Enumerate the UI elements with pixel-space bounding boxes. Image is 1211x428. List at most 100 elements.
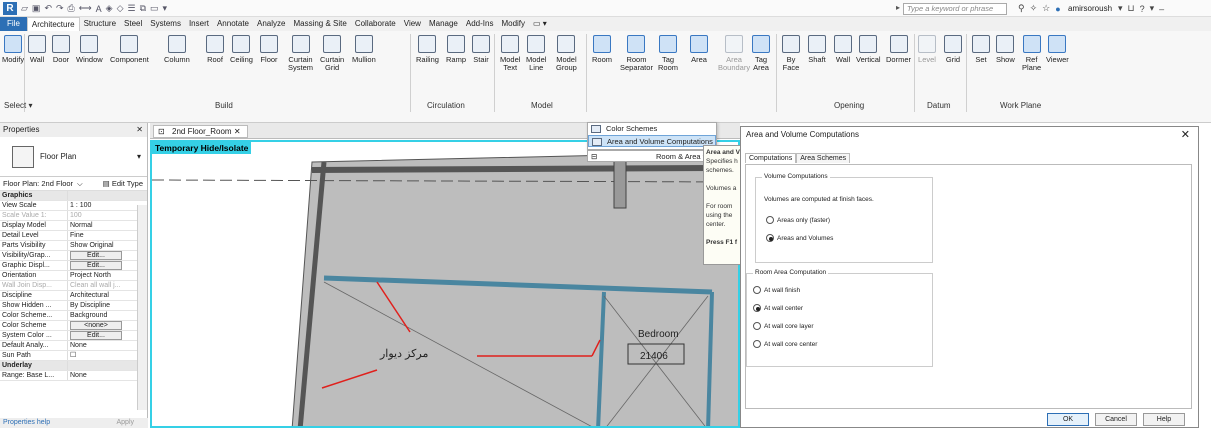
tab-extra-icon[interactable]: ▭ ▾ [529, 17, 551, 31]
property-value[interactable]: Edit... [68, 251, 147, 260]
section-icon[interactable]: ◇ [117, 3, 124, 14]
railing-button[interactable]: Railing [416, 35, 439, 64]
3d-view-icon[interactable]: ◈ [106, 3, 113, 14]
edit-button[interactable]: Edit... [70, 331, 122, 340]
drawing-canvas[interactable]: Bedroom 21406 مرکز دیوار [150, 140, 740, 428]
by-face-button[interactable]: By Face [782, 35, 800, 72]
help-dropdown-icon[interactable]: ▾ [1150, 3, 1155, 14]
tab-collaborate[interactable]: Collaborate [351, 17, 400, 31]
property-value[interactable]: Background [68, 311, 147, 320]
property-row[interactable]: Underlay [0, 361, 147, 371]
properties-help-link[interactable]: Properties help [3, 419, 50, 426]
apply-button[interactable]: Apply [116, 418, 134, 428]
minimize-icon[interactable]: – [1159, 4, 1164, 14]
expand-arrow-icon[interactable]: ▸ [896, 3, 900, 12]
model-line-button[interactable]: Model Line [526, 35, 546, 72]
roof-button[interactable]: Roof [206, 35, 224, 64]
show-button[interactable]: Show [996, 35, 1015, 64]
tag-room-button[interactable]: Tag Room [658, 35, 678, 72]
user-name[interactable]: amirsoroush [1068, 4, 1112, 13]
area-volume-item[interactable]: Area and Volume Computations [588, 135, 716, 147]
tab-structure[interactable]: Structure [80, 17, 120, 31]
tab-insert[interactable]: Insert [185, 17, 213, 31]
open-icon[interactable]: ▱ [21, 3, 28, 14]
tab-architecture[interactable]: Architecture [26, 17, 80, 31]
edit-type-button[interactable]: ▤ Edit Type [103, 179, 143, 188]
edit-button[interactable]: Edit... [70, 251, 122, 260]
close-icon[interactable]: ✕ [234, 127, 241, 136]
areas-only-radio[interactable]: Areas only (faster) [766, 216, 830, 224]
wall-opening-button[interactable]: Wall [834, 35, 852, 64]
property-value[interactable]: Architectural [68, 291, 147, 300]
stair-button[interactable]: Stair [472, 35, 490, 64]
property-value[interactable]: Edit... [68, 331, 147, 340]
property-value[interactable]: Clean all wall j... [68, 281, 147, 290]
tab-modify[interactable]: Modify [497, 17, 529, 31]
tag-area-button[interactable]: Tag Area [752, 35, 770, 72]
property-value[interactable]: Edit... [68, 261, 147, 270]
property-value[interactable]: 1 : 100 [68, 201, 147, 210]
property-value[interactable]: Fine [68, 231, 147, 240]
level-button[interactable]: Level [918, 35, 936, 64]
edit-button[interactable]: <none> [70, 321, 122, 330]
revit-logo[interactable]: R [3, 2, 17, 15]
edit-button[interactable]: Edit... [70, 261, 122, 270]
tab-systems[interactable]: Systems [146, 17, 185, 31]
room-separator-button[interactable]: Room Separator [620, 35, 653, 72]
property-value[interactable]: Normal [68, 221, 147, 230]
search-input[interactable]: Type a keyword or phrase [903, 3, 1007, 15]
wall-button[interactable]: Wall [28, 35, 46, 64]
property-value[interactable]: ☐ [68, 351, 147, 360]
color-schemes-item[interactable]: Color Schemes [588, 123, 716, 135]
tab-massing-site[interactable]: Massing & Site [289, 17, 350, 31]
cancel-button[interactable]: Cancel [1095, 413, 1137, 426]
mullion-button[interactable]: Mullion [352, 35, 376, 64]
area-button[interactable]: Area [690, 35, 708, 64]
property-value[interactable]: 100 [68, 211, 147, 220]
component-button[interactable]: Component [110, 35, 149, 64]
model-group-button[interactable]: Model Group [556, 35, 577, 72]
area-boundary-button[interactable]: Area Boundary [718, 35, 750, 72]
property-value[interactable]: None [68, 371, 147, 380]
tab-view[interactable]: View [400, 17, 425, 31]
room-area-panel-button[interactable]: ⊟ Room & Area ▾ [587, 150, 717, 162]
close-views-icon[interactable]: ⧉ [140, 3, 146, 14]
floor-button[interactable]: Floor [260, 35, 278, 64]
window-button[interactable]: Window [76, 35, 103, 64]
property-value[interactable]: None [68, 341, 147, 350]
group-select[interactable]: Select ▾ [4, 101, 32, 110]
tab-analyze[interactable]: Analyze [253, 17, 289, 31]
wall-finish-radio[interactable]: At wall finish [753, 286, 800, 294]
favorites-icon[interactable]: ☆ [1042, 3, 1050, 14]
tab-manage[interactable]: Manage [425, 17, 462, 31]
column-button[interactable]: Column [164, 35, 190, 64]
vertical-button[interactable]: Vertical [856, 35, 881, 64]
curtain-grid-button[interactable]: Curtain Grid [320, 35, 344, 72]
tab-add-ins[interactable]: Add-Ins [462, 17, 498, 31]
tab-file[interactable]: File [0, 17, 27, 31]
shaft-button[interactable]: Shaft [808, 35, 826, 64]
text-icon[interactable]: A [96, 4, 102, 14]
cart-icon[interactable]: ⊔ [1128, 3, 1135, 14]
modify-button[interactable]: Modify [2, 35, 24, 64]
wall-center-radio[interactable]: At wall center [753, 304, 803, 312]
property-value[interactable]: Project North [68, 271, 147, 280]
close-icon[interactable]: ✕ [136, 123, 143, 137]
room-button[interactable]: Room [592, 35, 612, 64]
switch-windows-icon[interactable]: ▭ [150, 3, 159, 14]
ref-plane-button[interactable]: Ref Plane [1022, 35, 1041, 72]
property-row[interactable]: Graphics [0, 191, 147, 201]
set-button[interactable]: Set [972, 35, 990, 64]
print-icon[interactable]: ⎙ [68, 3, 75, 14]
redo-icon[interactable]: ↷ [56, 3, 64, 14]
tab-annotate[interactable]: Annotate [213, 17, 253, 31]
help-button[interactable]: Help [1143, 413, 1185, 426]
property-value[interactable]: <none> [68, 321, 147, 330]
subscription-icon[interactable]: ✧ [1030, 3, 1038, 14]
door-button[interactable]: Door [52, 35, 70, 64]
viewer-button[interactable]: Viewer [1046, 35, 1069, 64]
type-selector[interactable]: Floor Plan ▾ [0, 137, 147, 177]
grid-button[interactable]: Grid [944, 35, 962, 64]
property-value[interactable]: By Discipline [68, 301, 147, 310]
dormer-button[interactable]: Dormer [886, 35, 911, 64]
